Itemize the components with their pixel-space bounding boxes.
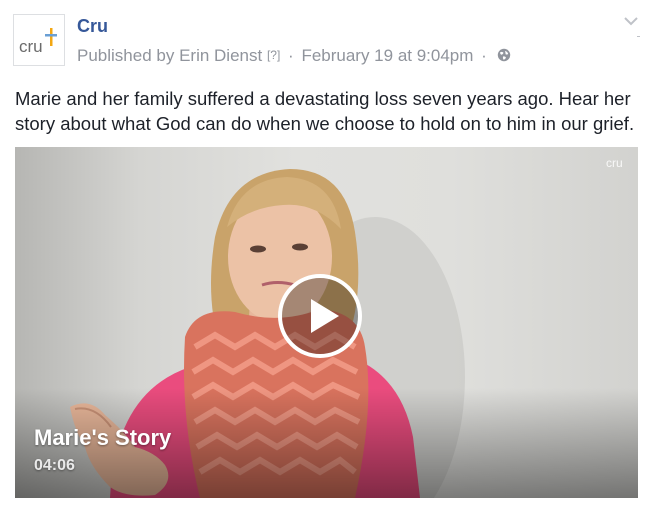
post-timestamp[interactable]: February 19 at 9:04pm — [301, 46, 473, 65]
meta-separator: · — [288, 46, 294, 65]
page-avatar[interactable]: cru — [13, 14, 65, 66]
avatar-logo-text: cru — [19, 37, 43, 56]
post-text: Marie and her family suffered a devastat… — [15, 88, 635, 134]
video-title: Marie's Story — [34, 425, 172, 450]
meta-separator: · — [481, 46, 487, 65]
post-meta: Published by Erin Dienst [?] · February … — [77, 44, 511, 67]
cru-logo-icon: cru — [19, 28, 57, 56]
globe-icon[interactable] — [497, 48, 511, 62]
video-watermark: cru — [606, 156, 623, 170]
video-duration: 04:06 — [34, 457, 75, 474]
help-link[interactable]: [?] — [267, 48, 280, 62]
video-player[interactable]: cru Marie's Story 04:06 — [15, 147, 638, 498]
play-icon[interactable] — [277, 273, 363, 359]
facebook-post: cru Cru Published by Erin Dienst [?] · F… — [0, 0, 654, 514]
page-name-link[interactable]: Cru — [77, 15, 108, 37]
chevron-down-icon[interactable] — [622, 14, 640, 28]
divider — [637, 36, 640, 37]
publisher-text[interactable]: Published by Erin Dienst — [77, 46, 262, 65]
